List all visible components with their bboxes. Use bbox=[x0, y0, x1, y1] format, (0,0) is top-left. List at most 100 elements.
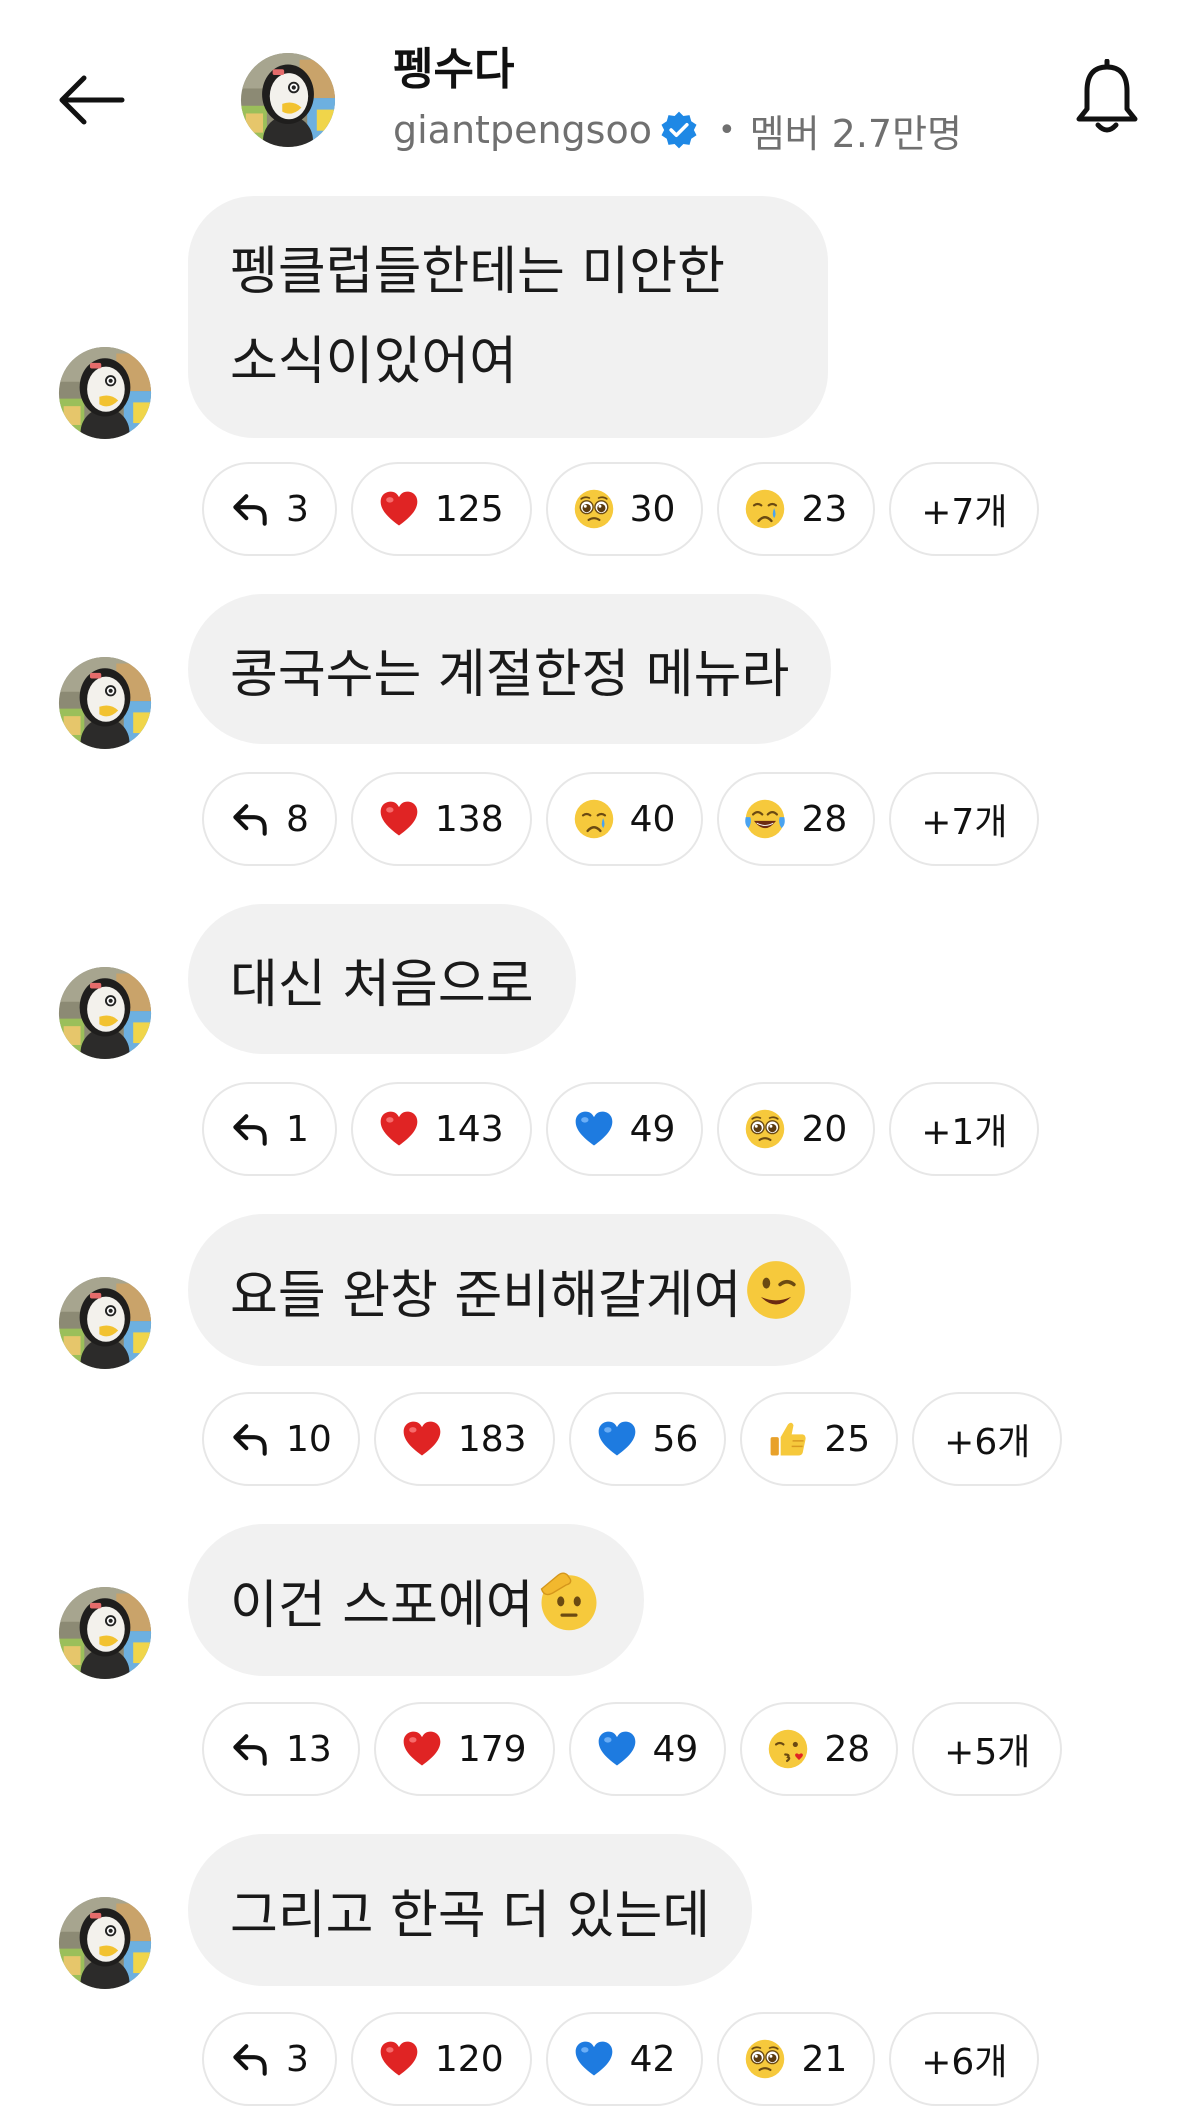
reaction-count: 21 bbox=[801, 2038, 848, 2080]
reaction-count: 42 bbox=[629, 2038, 676, 2080]
pleading-face-emoji-icon bbox=[572, 487, 616, 531]
more-reactions-chip[interactable]: +1개 bbox=[889, 1082, 1040, 1176]
red-heart-emoji-icon bbox=[400, 1417, 444, 1461]
message-bubble: 펭클럽들한테는 미안한 소식이있어여 bbox=[188, 196, 828, 438]
blue-heart-emoji-icon bbox=[572, 2037, 616, 2081]
reaction-count: 120 bbox=[434, 2038, 504, 2080]
more-reactions-chip[interactable]: +7개 bbox=[889, 772, 1040, 866]
more-reactions-chip[interactable]: +7개 bbox=[889, 462, 1040, 556]
reaction-count: 40 bbox=[629, 798, 676, 840]
reply-count: 1 bbox=[286, 1108, 309, 1150]
reaction-chip[interactable]: 143 bbox=[350, 1082, 532, 1176]
notification-button[interactable] bbox=[1060, 52, 1154, 146]
message-avatar[interactable] bbox=[58, 1896, 152, 1990]
reaction-count: 25 bbox=[824, 1418, 871, 1460]
message-avatar[interactable] bbox=[58, 1276, 152, 1370]
reaction-row: 13 179 49 28 +5개 bbox=[202, 1702, 1063, 1796]
message-text: 대신 처음으로 bbox=[230, 954, 534, 1015]
reaction-count: 56 bbox=[652, 1418, 699, 1460]
back-arrow-icon bbox=[59, 75, 125, 125]
reply-count: 3 bbox=[286, 2038, 309, 2080]
reaction-chip[interactable]: 138 bbox=[350, 772, 532, 866]
message-avatar[interactable] bbox=[58, 346, 152, 440]
reply-count-chip[interactable]: 8 bbox=[202, 772, 337, 866]
reaction-chip[interactable]: 25 bbox=[740, 1392, 899, 1486]
pleading-face-emoji-icon bbox=[743, 2037, 787, 2081]
member-count: 멤버 2.7만명 bbox=[749, 111, 963, 156]
reaction-count: 183 bbox=[457, 1418, 527, 1460]
crying-face-emoji-icon bbox=[743, 487, 787, 531]
message-text: 그리고 한곡 더 있는데 bbox=[230, 1885, 711, 1946]
saluting-face-emoji-icon bbox=[536, 1567, 602, 1633]
message-text: 콩국수는 계절한정 메뉴라 bbox=[230, 644, 790, 705]
channel-handle: giantpengsoo bbox=[393, 108, 652, 152]
back-button[interactable] bbox=[40, 55, 140, 145]
reaction-chip[interactable]: 49 bbox=[545, 1082, 704, 1176]
reaction-count: 49 bbox=[629, 1108, 676, 1150]
tears-of-joy-emoji-icon bbox=[743, 797, 787, 841]
reaction-count: 143 bbox=[434, 1108, 504, 1150]
message-avatar[interactable] bbox=[58, 966, 152, 1060]
reply-icon bbox=[228, 2037, 272, 2081]
reply-count-chip[interactable]: 13 bbox=[202, 1702, 360, 1796]
reaction-chip[interactable]: 28 bbox=[717, 772, 876, 866]
reply-count-chip[interactable]: 3 bbox=[202, 462, 337, 556]
message-bubble: 요들 완창 준비해갈게여 bbox=[188, 1214, 852, 1366]
thumbs-up-emoji-icon bbox=[766, 1417, 810, 1461]
more-reactions-chip[interactable]: +6개 bbox=[912, 1392, 1063, 1486]
reaction-chip[interactable]: 23 bbox=[717, 462, 876, 556]
reply-icon bbox=[228, 1107, 272, 1151]
message-text: 이건 스포에여 bbox=[230, 1575, 534, 1636]
reaction-chip[interactable]: 40 bbox=[545, 772, 704, 866]
red-heart-emoji-icon bbox=[377, 1107, 421, 1151]
reaction-chip[interactable]: 30 bbox=[545, 462, 704, 556]
reaction-chip[interactable]: 49 bbox=[568, 1702, 727, 1796]
red-heart-emoji-icon bbox=[377, 2037, 421, 2081]
reply-count: 10 bbox=[286, 1418, 332, 1460]
red-heart-emoji-icon bbox=[400, 1727, 444, 1771]
pleading-face-emoji-icon bbox=[743, 1107, 787, 1151]
message-text-line: 펭클럽들한테는 미안한 bbox=[230, 242, 725, 302]
blue-heart-emoji-icon bbox=[572, 1107, 616, 1151]
reaction-chip[interactable]: 179 bbox=[373, 1702, 555, 1796]
message-bubble: 그리고 한곡 더 있는데 bbox=[188, 1834, 753, 1986]
reply-count-chip[interactable]: 10 bbox=[202, 1392, 360, 1486]
message-text: 요들 완창 준비해갈게여 bbox=[230, 1265, 742, 1326]
reaction-row: 8 138 40 28 +7개 bbox=[202, 772, 1040, 866]
message-avatar[interactable] bbox=[58, 1586, 152, 1680]
reaction-count: 179 bbox=[457, 1728, 527, 1770]
reaction-row: 3 125 30 23 +7개 bbox=[202, 462, 1040, 556]
reply-icon bbox=[228, 1417, 272, 1461]
reaction-count: 49 bbox=[652, 1728, 699, 1770]
winking-face-emoji-icon bbox=[743, 1257, 809, 1323]
red-heart-emoji-icon bbox=[377, 487, 421, 531]
more-reactions-chip[interactable]: +5개 bbox=[912, 1702, 1063, 1796]
reaction-count: 20 bbox=[801, 1108, 848, 1150]
reply-count-chip[interactable]: 3 bbox=[202, 2012, 337, 2106]
reply-count-chip[interactable]: 1 bbox=[202, 1082, 337, 1176]
reaction-chip[interactable]: 120 bbox=[350, 2012, 532, 2106]
meta-separator: • bbox=[717, 112, 736, 148]
reply-icon bbox=[228, 487, 272, 531]
reaction-count: 28 bbox=[801, 798, 848, 840]
reply-icon bbox=[228, 797, 272, 841]
reply-count: 3 bbox=[286, 488, 309, 530]
reaction-chip[interactable]: 125 bbox=[350, 462, 532, 556]
reaction-chip[interactable]: 20 bbox=[717, 1082, 876, 1176]
red-heart-emoji-icon bbox=[377, 797, 421, 841]
reaction-chip[interactable]: 56 bbox=[568, 1392, 727, 1486]
reaction-chip[interactable]: 21 bbox=[717, 2012, 876, 2106]
reaction-chip[interactable]: 28 bbox=[740, 1702, 899, 1796]
message-avatar[interactable] bbox=[58, 656, 152, 750]
verified-badge-icon bbox=[658, 109, 700, 151]
blue-heart-emoji-icon bbox=[595, 1727, 639, 1771]
channel-meta: giantpengsoo • 멤버 2.7만명 bbox=[393, 104, 962, 156]
reply-count: 8 bbox=[286, 798, 309, 840]
channel-avatar[interactable] bbox=[240, 52, 336, 148]
more-reactions-chip[interactable]: +6개 bbox=[889, 2012, 1040, 2106]
chat-header: 펭수다 giantpengsoo • 멤버 2.7만명 bbox=[0, 0, 1200, 190]
reaction-count: 23 bbox=[801, 488, 848, 530]
reaction-chip[interactable]: 183 bbox=[373, 1392, 555, 1486]
message-bubble: 콩국수는 계절한정 메뉴라 bbox=[188, 594, 832, 744]
reaction-chip[interactable]: 42 bbox=[545, 2012, 704, 2106]
